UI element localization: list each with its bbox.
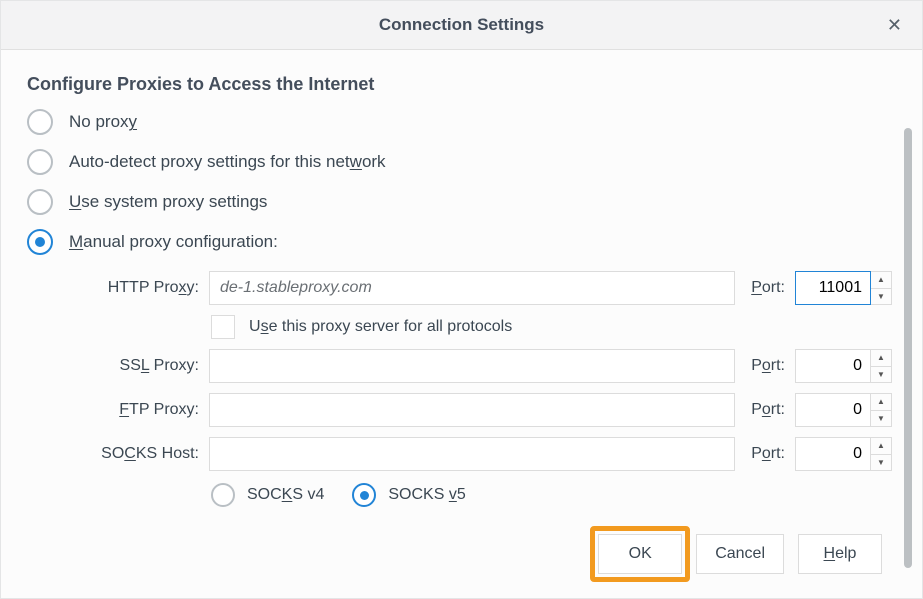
socks-port-label: Port: <box>751 445 785 463</box>
ok-button-highlight: OK <box>598 534 682 574</box>
http-port-wrap: ▲▼ <box>795 271 892 305</box>
ssl-proxy-label: SSL Proxy: <box>79 357 199 375</box>
ssl-port-wrap: ▲▼ <box>795 349 892 383</box>
option-label: Use system proxy settings <box>69 192 267 212</box>
http-proxy-input[interactable] <box>209 271 735 305</box>
titlebar: Connection Settings ✕ <box>1 1 922 50</box>
window-title: Connection Settings <box>379 15 544 35</box>
ftp-proxy-row: FTP Proxy: Port: ▲▼ <box>79 393 892 427</box>
spin-down-icon[interactable]: ▼ <box>871 455 891 471</box>
socks-host-label: SOCKS Host: <box>79 445 199 463</box>
spin-up-icon[interactable]: ▲ <box>871 438 891 455</box>
dialog-body: Configure Proxies to Access the Internet… <box>1 50 922 598</box>
http-port-input[interactable] <box>795 271 871 305</box>
socks-v5-option[interactable]: SOCKS v5 <box>352 483 465 507</box>
ftp-proxy-label: FTP Proxy: <box>79 401 199 419</box>
radio-icon[interactable] <box>27 109 53 135</box>
ok-button[interactable]: OK <box>598 534 682 574</box>
spin-down-icon[interactable]: ▼ <box>871 411 891 427</box>
socks-port-input[interactable] <box>795 437 871 471</box>
proxy-mode-auto-detect[interactable]: Auto-detect proxy settings for this netw… <box>27 149 892 175</box>
ssl-port-input[interactable] <box>795 349 871 383</box>
ssl-port-spinner[interactable]: ▲▼ <box>871 349 892 383</box>
ssl-port-label: Port: <box>751 357 785 375</box>
http-proxy-row: HTTP Proxy: Port: ▲▼ <box>79 271 892 305</box>
ftp-proxy-input[interactable] <box>209 393 735 427</box>
option-label: Auto-detect proxy settings for this netw… <box>69 152 386 172</box>
ssl-proxy-input[interactable] <box>209 349 735 383</box>
close-icon[interactable]: ✕ <box>881 10 908 40</box>
connection-settings-window: Connection Settings ✕ Configure Proxies … <box>0 0 923 599</box>
proxy-mode-system[interactable]: Use system proxy settings <box>27 189 892 215</box>
proxy-mode-no-proxy[interactable]: No proxy <box>27 109 892 135</box>
spin-down-icon[interactable]: ▼ <box>871 367 891 383</box>
ftp-port-wrap: ▲▼ <box>795 393 892 427</box>
radio-icon[interactable] <box>27 229 53 255</box>
section-heading: Configure Proxies to Access the Internet <box>27 74 892 95</box>
socks-version-row: SOCKS v4 SOCKS v5 <box>211 483 892 507</box>
use-for-all-checkbox[interactable] <box>211 315 235 339</box>
content-area: Configure Proxies to Access the Internet… <box>1 50 922 598</box>
socks-host-input[interactable] <box>209 437 735 471</box>
use-for-all-row[interactable]: Use this proxy server for all protocols <box>211 315 892 339</box>
option-label: No proxy <box>69 112 137 132</box>
radio-icon[interactable] <box>211 483 235 507</box>
spin-up-icon[interactable]: ▲ <box>871 272 891 289</box>
ftp-port-spinner[interactable]: ▲▼ <box>871 393 892 427</box>
radio-icon[interactable] <box>352 483 376 507</box>
socks-v5-label: SOCKS v5 <box>388 486 465 504</box>
use-for-all-label: Use this proxy server for all protocols <box>249 318 512 336</box>
help-button[interactable]: Help <box>798 534 882 574</box>
radio-icon[interactable] <box>27 189 53 215</box>
socks-v4-option[interactable]: SOCKS v4 <box>211 483 324 507</box>
scrollbar[interactable] <box>904 128 912 568</box>
spin-down-icon[interactable]: ▼ <box>871 289 891 305</box>
ftp-port-label: Port: <box>751 401 785 419</box>
http-proxy-label: HTTP Proxy: <box>79 279 199 297</box>
socks-port-wrap: ▲▼ <box>795 437 892 471</box>
cancel-button[interactable]: Cancel <box>696 534 784 574</box>
ftp-port-input[interactable] <box>795 393 871 427</box>
socks-port-spinner[interactable]: ▲▼ <box>871 437 892 471</box>
socks-host-row: SOCKS Host: Port: ▲▼ <box>79 437 892 471</box>
spin-up-icon[interactable]: ▲ <box>871 394 891 411</box>
ssl-proxy-row: SSL Proxy: Port: ▲▼ <box>79 349 892 383</box>
proxy-mode-manual[interactable]: Manual proxy configuration: <box>27 229 892 255</box>
dialog-footer: OK Cancel Help <box>27 534 892 580</box>
radio-icon[interactable] <box>27 149 53 175</box>
http-port-spinner[interactable]: ▲▼ <box>871 271 892 305</box>
proxy-fields: HTTP Proxy: Port: ▲▼ Use this proxy serv… <box>79 271 892 507</box>
socks-v4-label: SOCKS v4 <box>247 486 324 504</box>
option-label: Manual proxy configuration: <box>69 232 278 252</box>
http-port-label: Port: <box>751 279 785 297</box>
spin-up-icon[interactable]: ▲ <box>871 350 891 367</box>
